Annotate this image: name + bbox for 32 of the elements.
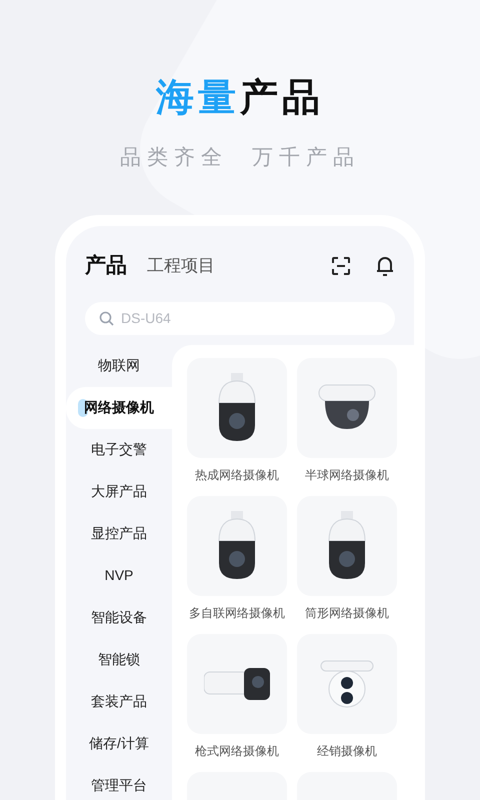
category-item[interactable]: 套装产品 <box>66 680 172 722</box>
category-item[interactable]: 智能设备 <box>66 596 172 638</box>
search-field[interactable]: DS-U64 <box>85 302 395 334</box>
category-item[interactable]: 显控产品 <box>66 512 172 554</box>
product-card[interactable] <box>187 496 287 596</box>
product-name: 经销摄像机 <box>317 742 377 760</box>
product-card[interactable] <box>297 634 397 734</box>
category-item[interactable]: NVP <box>66 554 172 596</box>
product-name: 枪式网络摄像机 <box>195 742 279 760</box>
category-item[interactable]: 管理平台 <box>66 764 172 800</box>
category-item[interactable]: 网络摄像机 <box>66 386 172 428</box>
camera-photo <box>204 666 270 702</box>
product-name: 热成网络摄像机 <box>195 466 279 484</box>
product-card[interactable] <box>297 496 397 596</box>
product-card[interactable] <box>187 358 287 458</box>
category-item[interactable]: 智能锁 <box>66 638 172 680</box>
subtitle: 品类齐全 万千产品 <box>120 145 360 171</box>
category-item[interactable]: 物联网 <box>66 344 172 386</box>
category-item[interactable]: 储存/计算 <box>66 722 172 764</box>
tab[interactable]: 产品 <box>85 250 127 282</box>
notification-bell-icon[interactable] <box>375 254 395 276</box>
camera-photo <box>319 658 375 708</box>
product-card[interactable] <box>297 358 397 458</box>
product-card[interactable] <box>187 634 287 734</box>
scan-icon[interactable] <box>331 256 351 276</box>
product-name: 筒形网络摄像机 <box>305 604 389 622</box>
category-item[interactable]: 大屏产品 <box>66 470 172 512</box>
product-name: 半球网络摄像机 <box>305 466 389 484</box>
category-item[interactable]: 电子交警 <box>66 428 172 470</box>
product-name: 多自联网络摄像机 <box>189 604 285 622</box>
tab[interactable]: 工程项目 <box>147 252 215 278</box>
headline: 海量产品 <box>156 76 324 121</box>
